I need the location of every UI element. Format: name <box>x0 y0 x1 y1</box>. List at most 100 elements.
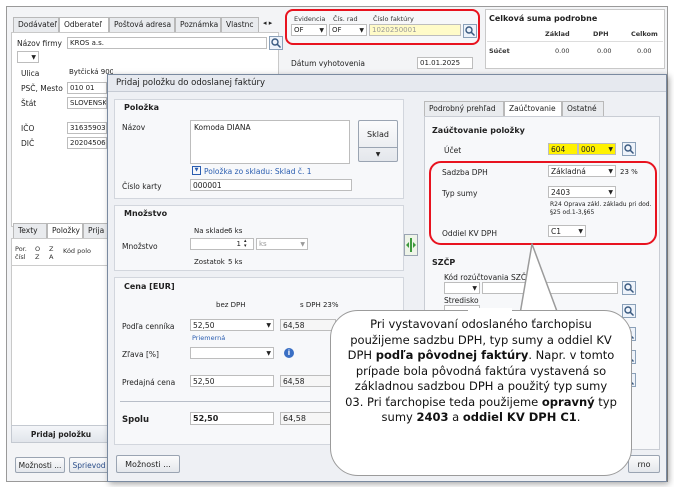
info-icon[interactable]: i <box>284 348 294 358</box>
podla-cennika-dropdown[interactable]: 52,50 ▼ <box>190 319 274 331</box>
options-button[interactable]: Možnosti ... <box>15 457 65 473</box>
search-icon[interactable] <box>622 304 636 318</box>
tab-poznamka[interactable]: Poznámka <box>175 17 221 33</box>
podla-cennika-label: Podľa cenníka <box>122 322 175 331</box>
cisrad-dropdown[interactable]: OF ▼ <box>329 24 367 36</box>
firm-type-dropdown[interactable]: ▼ <box>17 51 39 63</box>
chevron-down-icon: ▼ <box>608 146 613 153</box>
tab-dodavatel[interactable]: Dodávateľ <box>13 17 59 33</box>
sklad-button[interactable]: Sklad ▼ <box>358 120 398 162</box>
tab-scroll-arrows[interactable]: ◂ ▸ <box>263 19 272 27</box>
search-icon[interactable] <box>622 281 636 295</box>
evidencia-dropdown[interactable]: OF ▼ <box>291 24 327 36</box>
sum-col-zaklad: Základ <box>545 30 570 38</box>
cisrad-value: OF <box>332 26 342 34</box>
oddiel-value: C1 <box>551 227 562 236</box>
tab-postova-adresa[interactable]: Poštová adresa <box>109 17 175 33</box>
callout-bold-3: 2403 <box>416 410 449 424</box>
cislo-karty-input[interactable]: 000001 <box>190 179 352 191</box>
predajna-input[interactable]: 52,50 <box>190 375 274 387</box>
bez-dph-header: bez DPH <box>216 301 246 309</box>
state-label: Štát <box>21 99 37 108</box>
chevron-down-icon[interactable]: ▼ <box>192 166 201 175</box>
zlava-label: Zľava [%] <box>122 350 159 359</box>
chevron-down-icon[interactable]: ▼ <box>359 147 397 161</box>
psc-label: PSČ, Mesto <box>21 84 63 93</box>
ucet-label: Účet <box>444 146 462 155</box>
firm-label: Názov firmy <box>17 39 62 48</box>
unit-dropdown[interactable]: ks ▼ <box>256 238 308 250</box>
evidencia-label: Evidencia <box>294 15 326 23</box>
grid-header-por: Por. čísl <box>15 245 27 261</box>
firm-input[interactable]: KROS a.s. <box>67 37 267 49</box>
tab-zauctovanie[interactable]: Zaúčtovanie <box>504 101 562 117</box>
priemerna-link[interactable]: Priemerná <box>192 334 225 342</box>
chevron-down-icon: ▼ <box>359 27 364 34</box>
search-icon[interactable] <box>622 142 636 156</box>
mnozstvo-label: Množstvo <box>122 242 158 251</box>
callout-pointer <box>519 243 559 315</box>
divider <box>11 265 111 266</box>
oddiel-dropdown[interactable]: C1 ▼ <box>548 225 586 237</box>
tab-prija[interactable]: Prija <box>83 223 109 239</box>
unit-value: ks <box>259 240 267 248</box>
tab-texty[interactable]: Texty <box>13 223 47 239</box>
chevron-down-icon: ▼ <box>608 168 613 175</box>
ucet-analytika-value: 000 <box>581 145 596 154</box>
move-icon[interactable] <box>404 234 418 256</box>
polozka-title: Položka <box>124 103 159 112</box>
tab-polozky[interactable]: Položky <box>47 223 83 239</box>
dic-input[interactable]: 202045060 <box>67 137 107 149</box>
search-icon[interactable] <box>463 24 477 38</box>
psc-input[interactable]: 010 01 <box>67 82 107 94</box>
typ-sumy-label: Typ sumy <box>442 189 478 198</box>
evidencia-value: OF <box>294 26 304 34</box>
ucet-input[interactable]: 604 <box>548 143 578 155</box>
sum-col-celkom: Celkom <box>631 30 658 38</box>
sum-col-dph: DPH <box>593 30 609 38</box>
sadzba-value: Základná <box>551 167 586 176</box>
sadzba-dropdown[interactable]: Základná ▼ <box>548 165 616 177</box>
callout-bold-1: podľa pôvodnej faktúry <box>375 348 529 362</box>
divider <box>487 41 663 42</box>
spolu-dph: 64,58 <box>280 412 336 425</box>
dic-label: DIČ <box>21 139 35 148</box>
oddiel-label: Oddiel KV DPH <box>442 229 497 238</box>
state-input[interactable]: SLOVENSKO <box>67 97 107 109</box>
callout-box: Pri vystavovaní odoslaného ťarchopisu po… <box>330 310 632 476</box>
nazov-textarea[interactable]: Komoda DIANA <box>190 120 350 164</box>
tab-odberatel[interactable]: Odberateľ <box>59 17 109 33</box>
close-button[interactable]: rno <box>628 455 660 473</box>
quantity-stepper[interactable]: ▴ ▾ <box>244 239 247 249</box>
na-sklade-label: Na sklade <box>194 227 229 235</box>
sum-zaklad-value: 0.00 <box>555 47 570 55</box>
typ-sumy-dropdown[interactable]: 2403 ▼ <box>548 186 616 198</box>
dialog-options-button[interactable]: Možnosti ... <box>116 455 180 473</box>
datum-input[interactable]: 01.01.2025 <box>417 57 473 69</box>
mnozstvo-title: Množstvo <box>124 209 168 218</box>
s-dph-header: s DPH 23% <box>300 301 339 309</box>
zlava-dropdown[interactable]: ▼ <box>190 347 274 359</box>
sklad-link[interactable]: Položka zo skladu: Sklad č. 1 <box>204 167 312 176</box>
sum-dph-value: 0.00 <box>597 47 612 55</box>
tab-ostatne[interactable]: Ostatné <box>562 101 604 117</box>
sprievod-button[interactable]: Sprievod <box>69 457 109 473</box>
search-icon[interactable] <box>269 36 283 50</box>
ico-input[interactable]: 31635903 <box>67 122 107 134</box>
screen: Dodávateľ Odberateľ Poštová adresa Pozná… <box>0 0 674 487</box>
callout-text-4: a <box>448 410 463 424</box>
callout-bold-2: opravný <box>541 394 595 409</box>
add-item-button[interactable]: Pridaj položku <box>11 425 111 443</box>
callout-bold-4: oddiel KV DPH C1 <box>462 410 577 424</box>
sum-title: Celková suma podrobne <box>489 14 598 23</box>
dialog-title: Pridaj položku do odoslanej faktúry <box>108 75 666 92</box>
ucet-analytika-dropdown[interactable]: 000 ▼ <box>578 143 616 155</box>
predajna-dph: 64,58 <box>280 375 336 387</box>
tab-vlastnc[interactable]: Vlastnc <box>221 17 259 33</box>
chevron-down-icon: ▼ <box>578 228 583 235</box>
cislo-faktury-input[interactable]: 1020250001 <box>369 24 461 36</box>
zostatok-label: Zostatok <box>194 258 225 266</box>
typ-sumy-note: R24 Oprava zákl. základu pri dod. §25 od… <box>550 201 652 216</box>
tab-podrobny-prehlad[interactable]: Podrobný prehľad <box>424 101 504 117</box>
cislo-karty-label: Číslo karty <box>122 182 162 191</box>
